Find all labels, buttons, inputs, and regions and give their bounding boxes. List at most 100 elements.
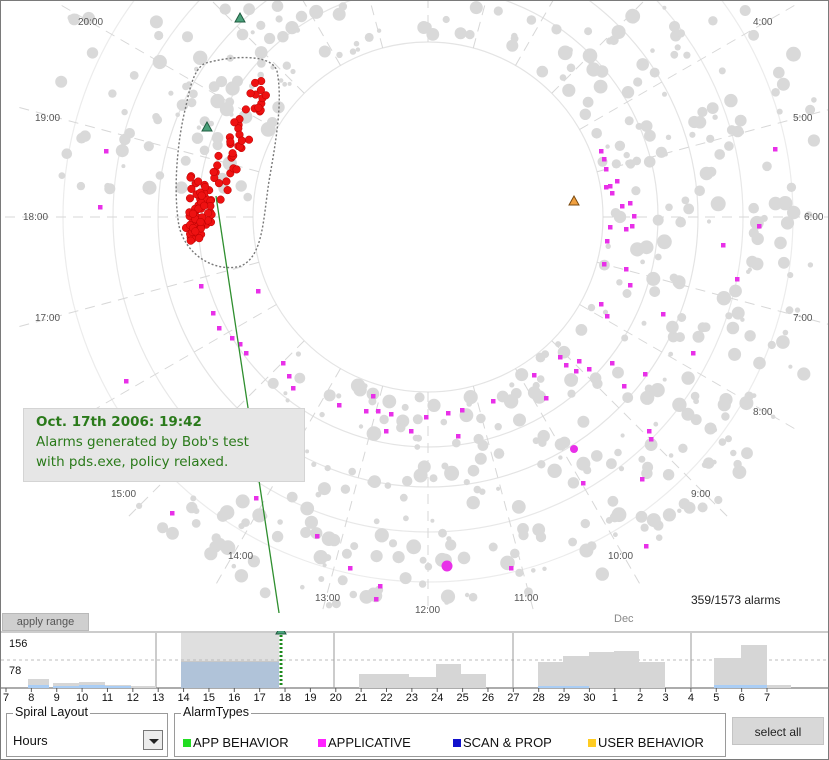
background-alarm bbox=[567, 389, 576, 398]
background-alarm bbox=[494, 423, 502, 431]
background-alarm bbox=[653, 421, 659, 427]
applicative-alarm bbox=[757, 224, 762, 229]
background-alarm bbox=[468, 592, 478, 602]
spiral-center bbox=[252, 41, 604, 393]
background-alarm bbox=[797, 367, 811, 381]
background-alarm bbox=[606, 37, 614, 45]
applicative-alarm-large bbox=[570, 445, 578, 453]
background-alarm bbox=[323, 389, 336, 402]
background-alarm bbox=[388, 539, 398, 548]
applicative-alarm bbox=[661, 312, 666, 317]
background-alarm bbox=[611, 25, 626, 39]
marker-triangle-green-top[interactable] bbox=[234, 11, 246, 23]
applicative-alarm bbox=[644, 544, 649, 549]
background-alarm bbox=[654, 253, 662, 261]
histogram-bar bbox=[436, 664, 461, 688]
background-alarm bbox=[782, 329, 789, 336]
background-alarm bbox=[718, 67, 726, 75]
background-alarm bbox=[631, 186, 641, 196]
background-alarm bbox=[152, 54, 167, 70]
background-alarm bbox=[537, 429, 550, 443]
histogram-bar bbox=[741, 645, 767, 688]
day-tick-label: 23 bbox=[406, 692, 418, 704]
select-all-button[interactable]: select all bbox=[732, 717, 824, 745]
background-alarm bbox=[175, 112, 180, 118]
spiral-layout-select[interactable]: Hours bbox=[11, 730, 163, 752]
background-alarm bbox=[182, 31, 193, 43]
selected-range[interactable] bbox=[181, 633, 279, 688]
background-alarm bbox=[537, 460, 546, 469]
background-alarm bbox=[646, 271, 661, 286]
background-alarm bbox=[305, 449, 310, 454]
background-alarm bbox=[513, 413, 526, 427]
background-alarm bbox=[367, 478, 376, 487]
background-alarm bbox=[55, 75, 68, 88]
annotation-box: Oct. 17th 2006: 19:42 Alarms generated b… bbox=[23, 408, 305, 482]
apply-range-button[interactable]: apply range bbox=[2, 613, 89, 631]
app-behavior-swatch-icon bbox=[183, 739, 191, 747]
alarm-type-app-behavior[interactable]: APP BEHAVIOR bbox=[183, 735, 289, 750]
background-alarm bbox=[234, 569, 249, 583]
day-tick-label: 29 bbox=[558, 692, 570, 704]
alarm-types-group: AlarmTypes APP BEHAVIOR APPLICATIVE SCAN… bbox=[174, 705, 726, 757]
day-tick-label: 18 bbox=[279, 692, 291, 704]
alarm-type-scan-prop[interactable]: SCAN & PROP bbox=[453, 735, 552, 750]
applicative-alarm bbox=[605, 239, 610, 244]
applicative-alarm bbox=[628, 201, 633, 206]
background-alarm bbox=[712, 427, 718, 433]
app-behavior-alarm bbox=[261, 91, 270, 100]
applicative-alarm bbox=[315, 534, 320, 539]
spiral-view[interactable]: 20:00 4:00 19:00 5:00 18:00 6:00 17:00 7:00 8:00… bbox=[1, 1, 828, 613]
day-tick-label: 4 bbox=[688, 692, 694, 704]
background-alarm bbox=[199, 145, 210, 156]
applicative-alarm bbox=[604, 167, 609, 172]
background-alarm bbox=[337, 575, 348, 586]
background-alarm bbox=[304, 515, 318, 529]
histogram-bar bbox=[461, 674, 486, 688]
applicative-alarm bbox=[602, 262, 607, 267]
applicative-alarm bbox=[170, 511, 175, 516]
background-alarm bbox=[414, 392, 425, 403]
background-alarm bbox=[235, 180, 247, 192]
background-alarm bbox=[149, 15, 163, 29]
background-alarm bbox=[625, 159, 636, 169]
background-alarm bbox=[424, 562, 433, 571]
background-alarm bbox=[295, 10, 308, 23]
month-label: Dec bbox=[614, 613, 634, 625]
background-alarm bbox=[677, 313, 687, 322]
applicative-alarm bbox=[254, 496, 259, 501]
timeline-histogram[interactable]: 7 8 9 10 11 12 13 14 15 16 17 18 19 20 21 22 23 24 25 26 27 2… bbox=[1, 631, 828, 711]
applicative-alarm bbox=[291, 386, 296, 391]
background-alarm bbox=[275, 15, 283, 23]
alarm-type-applicative[interactable]: APPLICATIVE bbox=[318, 735, 411, 750]
chevron-down-icon[interactable] bbox=[143, 730, 163, 750]
background-alarm bbox=[662, 5, 667, 10]
background-alarm bbox=[607, 495, 619, 507]
background-alarm bbox=[623, 151, 630, 159]
background-alarm bbox=[744, 330, 756, 342]
background-alarm bbox=[677, 508, 682, 513]
background-alarm bbox=[243, 3, 256, 16]
hour-label: 6:00 bbox=[804, 212, 824, 223]
background-alarm bbox=[399, 572, 412, 585]
applicative-alarm bbox=[544, 396, 549, 401]
background-alarm bbox=[776, 335, 790, 349]
background-alarm bbox=[300, 501, 315, 516]
alarm-type-user-behavior[interactable]: USER BEHAVIOR bbox=[588, 735, 704, 750]
background-alarm bbox=[748, 202, 759, 214]
background-alarm bbox=[670, 50, 679, 59]
hour-label: 15:00 bbox=[111, 489, 136, 500]
background-alarm bbox=[811, 97, 817, 103]
background-alarm bbox=[547, 463, 562, 478]
background-alarm bbox=[726, 321, 740, 335]
background-alarm bbox=[129, 71, 139, 80]
background-alarm bbox=[625, 8, 641, 24]
app-behavior-alarm bbox=[185, 194, 195, 203]
background-alarm bbox=[403, 418, 408, 423]
app-behavior-alarm bbox=[213, 161, 222, 170]
background-alarm bbox=[277, 519, 283, 525]
background-alarm bbox=[295, 351, 301, 357]
day-tick-label: 13 bbox=[152, 692, 164, 704]
background-alarm bbox=[559, 74, 567, 81]
background-alarm bbox=[300, 584, 305, 590]
